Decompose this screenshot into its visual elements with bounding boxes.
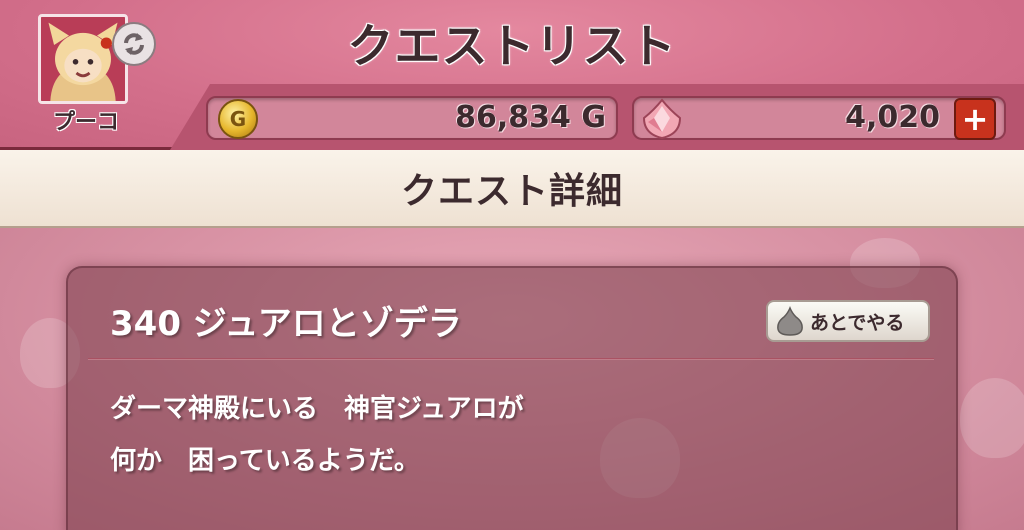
character-portrait-icon xyxy=(41,17,125,101)
gold-amount: 86,834 G xyxy=(455,100,606,135)
section-title: クエスト詳細 xyxy=(400,171,623,212)
refresh-icon xyxy=(124,33,144,55)
do-later-button[interactable]: あとでやる xyxy=(766,300,930,342)
refresh-button[interactable] xyxy=(112,22,156,66)
gold-coin-icon: G xyxy=(218,99,258,139)
card-divider xyxy=(88,358,934,360)
gem-icon xyxy=(642,98,682,140)
character-avatar[interactable] xyxy=(38,14,128,104)
quest-description-line: 何か 困っているようだ。 xyxy=(110,446,420,476)
decorative-blob xyxy=(960,378,1024,458)
quest-description-line: ダーマ神殿にいる 神官ジュアロが xyxy=(110,394,524,424)
quest-title: 340 ジュアロとゾデラ xyxy=(110,304,462,344)
do-later-label: あとでやる xyxy=(810,311,905,334)
add-gems-button[interactable]: + xyxy=(954,98,996,140)
character-name: プーコ xyxy=(52,110,119,135)
section-header: クエスト詳細 xyxy=(0,150,1024,228)
slime-icon xyxy=(777,305,803,336)
gem-amount: 4,020 xyxy=(845,100,940,135)
